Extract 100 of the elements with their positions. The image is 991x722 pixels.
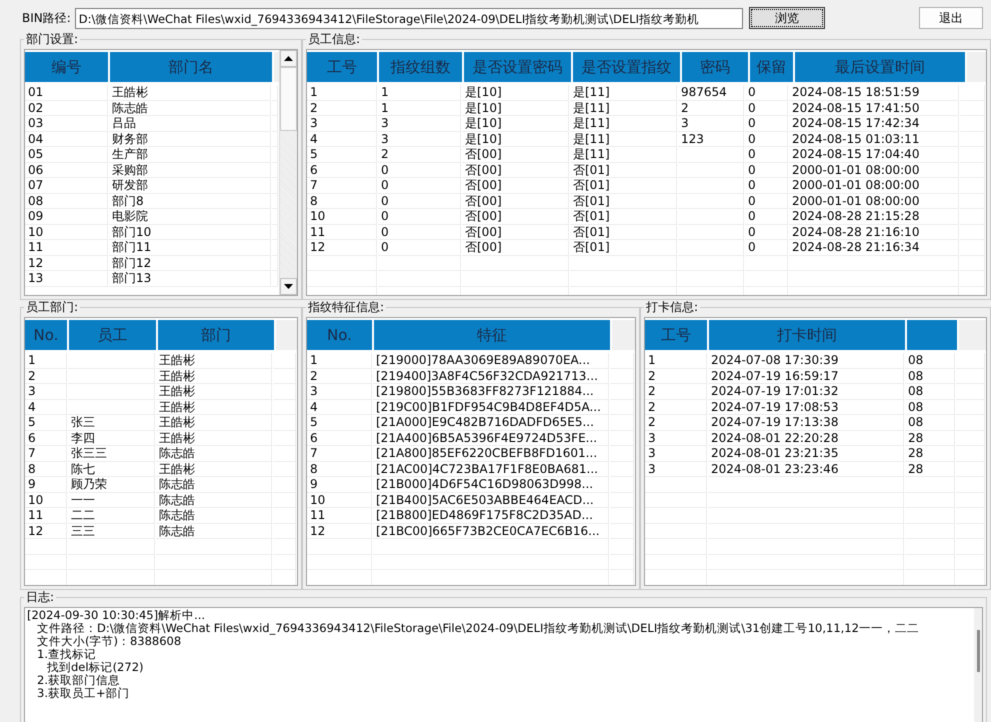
path-field[interactable]: D:\微信资料\WeChat Files\wxid_7694336943412\FileStorage\File\2024-09\DELI指纹考勤机测试\DELI指纹考勤机 — [74, 8, 743, 28]
log-line: 3.获取员工+部门 — [36, 687, 131, 700]
scroll-up-icon[interactable] — [280, 50, 297, 67]
table-cell: 1 — [307, 353, 372, 368]
column-header[interactable]: 工号 — [645, 320, 707, 350]
column-header[interactable]: 是否设置指纹 — [573, 52, 680, 82]
table-cell: [21AC00]4C723BA17F1F8E0BA681... — [373, 462, 609, 477]
table-cell: 2 — [645, 400, 707, 415]
empty-cell — [273, 508, 296, 524]
column-header[interactable]: 工号 — [307, 52, 377, 82]
table-cell: 08 — [905, 415, 955, 430]
table-cell: 2024-07-19 17:13:38 — [708, 415, 904, 430]
table-cell: 王皓彬 — [156, 400, 272, 415]
table-cell: 陈志皓 — [156, 446, 272, 462]
empty-cell — [956, 384, 985, 400]
table-cell: 10 — [307, 492, 372, 508]
column-header[interactable]: 部门 — [158, 320, 274, 350]
empty-cell — [273, 524, 296, 539]
table-cell: 1 — [25, 353, 67, 368]
table-cell: 2 — [378, 147, 461, 162]
column-header[interactable]: 部门名 — [110, 52, 272, 82]
browse-button[interactable]: 浏览 — [748, 7, 825, 29]
table-cell: 2000-01-01 08:00:00 — [789, 162, 959, 178]
table-cell: 123 — [678, 132, 744, 147]
empty-cell — [960, 132, 985, 147]
column-header[interactable]: No. — [25, 320, 67, 350]
table-cell: 王皓彬 — [156, 368, 272, 384]
table-cell: 采购部 — [109, 162, 271, 178]
table-cell: [219400]3A8F4C56F32CDA921713... — [373, 368, 609, 384]
table-cell: 否[01] — [570, 209, 677, 224]
column-header[interactable]: 是否设置密码 — [464, 52, 571, 82]
table-cell: 0 — [745, 224, 788, 240]
scrollbar-thumb[interactable] — [280, 67, 297, 131]
column-header[interactable]: No. — [307, 320, 372, 350]
table-cell: 否[00] — [462, 209, 569, 224]
empty-cell — [273, 554, 296, 570]
table-cell: 0 — [745, 85, 788, 100]
column-header[interactable]: 编号 — [25, 52, 108, 82]
empty-cell — [307, 271, 377, 286]
table-cell: 2000-01-01 08:00:00 — [789, 194, 959, 209]
table-cell: 2024-08-01 23:21:35 — [708, 446, 904, 462]
table-cell: 5 — [25, 415, 67, 430]
column-header[interactable]: 员工 — [69, 320, 156, 350]
path-label: BIN路径: — [22, 10, 71, 26]
empty-cell — [610, 446, 634, 462]
column-header[interactable] — [907, 320, 957, 350]
column-header[interactable]: 最后设置时间 — [795, 52, 965, 82]
table-cell: 10 — [25, 224, 108, 240]
table-cell: 否[00] — [462, 194, 569, 209]
table-cell: 28 — [905, 446, 955, 462]
empty-cell — [960, 240, 985, 256]
empty-cell — [956, 462, 985, 477]
scroll-down-icon[interactable] — [280, 278, 297, 295]
empty-cell — [956, 524, 985, 539]
table-cell: 2024-08-28 21:15:28 — [789, 209, 959, 224]
table-cell: 8 — [307, 194, 377, 209]
table-cell: 研发部 — [109, 178, 271, 194]
table-cell: 0 — [378, 209, 461, 224]
table-cell: 03 — [25, 116, 108, 132]
table-cell: 2024-08-15 18:51:59 — [789, 85, 959, 100]
group-title: 部门设置: — [25, 32, 80, 47]
table-cell: 2024-08-15 01:03:11 — [789, 132, 959, 147]
column-header[interactable]: 保留 — [750, 52, 793, 82]
table-cell: 张三 — [68, 415, 155, 430]
table-cell: 0 — [378, 224, 461, 240]
table-cell: 9 — [307, 477, 372, 492]
table-cell: 是[11] — [570, 147, 677, 162]
table-cell: 陈志皓 — [109, 100, 271, 116]
empty-cell — [956, 477, 985, 492]
table-cell: 2000-01-01 08:00:00 — [789, 178, 959, 194]
column-header[interactable]: 密码 — [682, 52, 748, 82]
table-cell: 陈七 — [68, 462, 155, 477]
table-cell: 2024-08-01 23:23:46 — [708, 462, 904, 477]
table-cell: 2024-07-19 17:08:53 — [708, 400, 904, 415]
empty-cell — [307, 256, 377, 271]
table-cell: 陈志皓 — [156, 524, 272, 539]
column-header[interactable]: 打卡时间 — [709, 320, 905, 350]
empty-cell — [273, 477, 296, 492]
column-header[interactable]: 特征 — [374, 320, 610, 350]
column-header[interactable]: 指纹组数 — [379, 52, 462, 82]
table-cell: 5 — [307, 415, 372, 430]
table-cell: 2 — [645, 368, 707, 384]
vertical-scrollbar[interactable] — [279, 50, 297, 295]
table-cell: 08 — [905, 384, 955, 400]
empty-cell — [645, 524, 707, 539]
scrollbar-thumb[interactable] — [977, 630, 980, 672]
table-cell: 3 — [645, 446, 707, 462]
table-cell: 3 — [25, 384, 67, 400]
empty-cell — [610, 477, 634, 492]
table-cell: 6 — [25, 430, 67, 446]
empty-cell — [960, 116, 985, 132]
exit-button[interactable]: 退出 — [919, 7, 983, 29]
table-cell: 2024-07-08 17:30:39 — [708, 353, 904, 368]
table-cell: 2 — [307, 100, 377, 116]
table-cell: 28 — [905, 430, 955, 446]
table-cell: 顾乃荣 — [68, 477, 155, 492]
table-cell: 0 — [745, 100, 788, 116]
empty-cell — [610, 430, 634, 446]
empty-cell — [610, 384, 634, 400]
table-cell: 8 — [307, 462, 372, 477]
